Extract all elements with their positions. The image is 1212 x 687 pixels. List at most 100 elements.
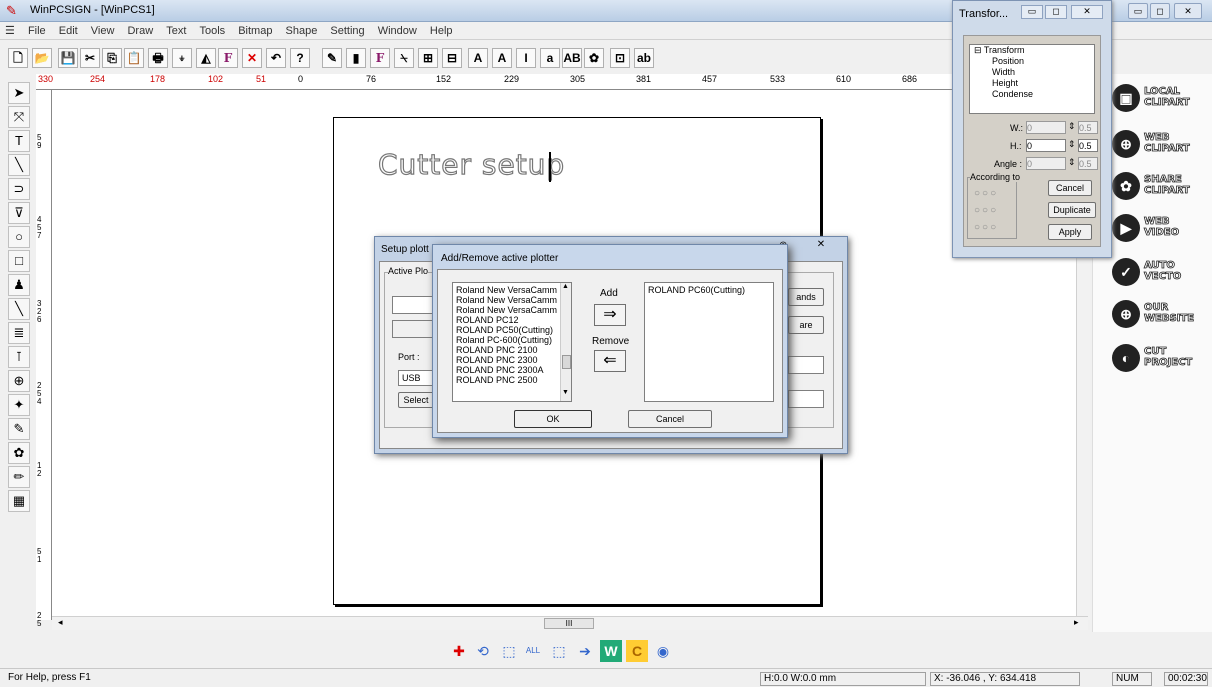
maximize-button[interactable]: ◻ bbox=[1150, 3, 1170, 19]
node-tool-icon[interactable]: ⤧ bbox=[8, 106, 30, 128]
align-tool-icon[interactable]: ≣ bbox=[8, 322, 30, 344]
remove-arrow-button[interactable]: ⇐ bbox=[594, 350, 626, 372]
transform-minimize-button[interactable]: ▭ bbox=[1021, 5, 1043, 19]
local-clipart-button[interactable]: ▣ LOCAL CLIPART bbox=[1112, 84, 1212, 114]
text-a3-icon[interactable]: a bbox=[540, 48, 560, 68]
help-icon[interactable]: ? bbox=[290, 48, 310, 68]
plotter-name-field[interactable] bbox=[392, 296, 434, 314]
w-icon[interactable]: W bbox=[600, 640, 622, 662]
open-icon[interactable]: 📂 bbox=[32, 48, 52, 68]
setup-field-3[interactable] bbox=[788, 356, 824, 374]
setup-button-1[interactable]: ands bbox=[788, 288, 824, 306]
tree-position[interactable]: Position bbox=[974, 56, 1094, 67]
anchor-radio-row-2[interactable]: ○○○ bbox=[974, 205, 998, 216]
setup-close-button[interactable]: ✕ bbox=[805, 239, 837, 253]
available-list-scrollbar[interactable]: ▲ ▼ bbox=[560, 283, 571, 401]
delete-icon[interactable]: ✕ bbox=[242, 48, 262, 68]
rectangle-tool-icon[interactable]: □ bbox=[8, 250, 30, 272]
tree-condense[interactable]: Condense bbox=[974, 89, 1094, 100]
menu-draw[interactable]: Draw bbox=[122, 23, 158, 37]
node5-icon[interactable]: ➔ bbox=[574, 640, 596, 662]
angle-step[interactable] bbox=[1078, 157, 1098, 170]
available-plotter-item[interactable]: Roland PC-600(Cutting) bbox=[456, 335, 568, 345]
menu-icon[interactable]: ☰ bbox=[0, 22, 20, 37]
all-icon[interactable]: ALL bbox=[522, 640, 544, 662]
ellipse-tool-icon[interactable]: ○ bbox=[8, 226, 30, 248]
pencil-tool-icon[interactable]: ✏ bbox=[8, 466, 30, 488]
active-plotter-item[interactable]: ROLAND PC60(Cutting) bbox=[648, 285, 770, 295]
available-plotter-item[interactable]: ROLAND PNC 2100 bbox=[456, 345, 568, 355]
scroll-thumb[interactable] bbox=[562, 355, 571, 369]
node4-icon[interactable]: ⬚ bbox=[548, 640, 570, 662]
knife-tool-icon[interactable]: ╲ bbox=[8, 298, 30, 320]
transform-cancel-button[interactable]: Cancel bbox=[1048, 180, 1092, 196]
bitmap-icon[interactable]: ▮ bbox=[346, 48, 366, 68]
available-plotter-item[interactable]: Roland New VersaCamm bbox=[456, 285, 568, 295]
brush-icon[interactable]: ✿ bbox=[584, 48, 604, 68]
hscroll-grip[interactable]: III bbox=[544, 618, 594, 629]
vectorize-icon[interactable]: ◭ bbox=[196, 48, 216, 68]
share-clipart-button[interactable]: ✿ SHARE CLIPART bbox=[1112, 172, 1212, 202]
arc-tool-icon[interactable]: ⊃ bbox=[8, 178, 30, 200]
menu-tools[interactable]: Tools bbox=[194, 23, 230, 37]
auto-vecto-button[interactable]: ✓ AUTO VECTO bbox=[1112, 258, 1212, 288]
available-plotter-item[interactable]: ROLAND PNC 2300 bbox=[456, 355, 568, 365]
available-plotter-item[interactable]: ROLAND PC12 bbox=[456, 315, 568, 325]
anchor-radio-row-1[interactable]: ○○○ bbox=[974, 188, 998, 199]
copy-icon[interactable]: ⎘ bbox=[102, 48, 122, 68]
transform-duplicate-button[interactable]: Duplicate bbox=[1048, 202, 1096, 218]
tree-width[interactable]: Width bbox=[974, 67, 1094, 78]
text-tool-icon[interactable]: T bbox=[8, 130, 30, 152]
globe-icon[interactable]: ◉ bbox=[652, 640, 674, 662]
pointer-tool-icon[interactable]: ➤ bbox=[8, 82, 30, 104]
calculator-tool-icon[interactable]: ▦ bbox=[8, 490, 30, 512]
line-tool-icon[interactable]: ╲ bbox=[8, 154, 30, 176]
font-f-icon[interactable]: F bbox=[370, 48, 390, 68]
paint-tool-icon[interactable]: ✎ bbox=[8, 418, 30, 440]
h-input[interactable] bbox=[1026, 139, 1066, 152]
eraser-tool-icon[interactable]: ✦ bbox=[8, 394, 30, 416]
setup-button-2[interactable]: are bbox=[788, 316, 824, 334]
transform-close-button[interactable]: ✕ bbox=[1071, 5, 1103, 19]
cancel-button[interactable]: Cancel bbox=[628, 410, 712, 428]
transform-tree[interactable]: ⊟ Transform Position Width Height Conden… bbox=[969, 44, 1095, 114]
anchor-radio-row-3[interactable]: ○○○ bbox=[974, 222, 998, 233]
w-input[interactable] bbox=[1026, 121, 1066, 134]
transform-maximize-button[interactable]: ◻ bbox=[1045, 5, 1067, 19]
horizontal-scrollbar[interactable]: ◂ III ▸ bbox=[52, 616, 1088, 630]
our-website-button[interactable]: ⊕ OUR WEBSITE bbox=[1112, 300, 1212, 330]
pen-icon[interactable]: ✎ bbox=[322, 48, 342, 68]
italic-icon[interactable]: I bbox=[516, 48, 536, 68]
transform-apply-button[interactable]: Apply bbox=[1048, 224, 1092, 240]
text-a-icon[interactable]: A bbox=[468, 48, 488, 68]
close-button[interactable]: ✕ bbox=[1174, 3, 1202, 19]
menu-window[interactable]: Window bbox=[373, 23, 422, 37]
h-spin[interactable]: ⇕ bbox=[1068, 139, 1076, 150]
scroll-up-arrow[interactable]: ▲ bbox=[562, 283, 569, 290]
fill-tool-icon[interactable]: ♟ bbox=[8, 274, 30, 296]
zoom-tool-icon[interactable]: ⊕ bbox=[8, 370, 30, 392]
plotter-model-field[interactable] bbox=[392, 320, 434, 338]
menu-edit[interactable]: Edit bbox=[54, 23, 83, 37]
cut-project-button[interactable]: ◐ CUT PROJECT bbox=[1112, 344, 1212, 374]
text-fit-tool-icon[interactable]: ⊺ bbox=[8, 346, 30, 368]
select-button[interactable]: Select bbox=[398, 392, 434, 408]
available-plotter-item[interactable]: Roland New VersaCamm bbox=[456, 305, 568, 315]
palette-tool-icon[interactable]: ✿ bbox=[8, 442, 30, 464]
node3-icon[interactable]: ⬚ bbox=[498, 640, 520, 662]
ab-icon[interactable]: ab bbox=[634, 48, 654, 68]
w-spin[interactable]: ⇕ bbox=[1068, 121, 1076, 132]
menu-text[interactable]: Text bbox=[161, 23, 191, 37]
minimize-button[interactable]: ▭ bbox=[1128, 3, 1148, 19]
node2-icon[interactable]: ⟲ bbox=[472, 640, 494, 662]
hscroll-left-arrow[interactable]: ◂ bbox=[58, 617, 63, 628]
symbol-icon[interactable]: ⊡ bbox=[610, 48, 630, 68]
available-plotters-list[interactable]: Roland New VersaCamm Roland New VersaCamm… bbox=[452, 282, 572, 402]
cut-icon[interactable]: ✂ bbox=[80, 48, 100, 68]
menu-setting[interactable]: Setting bbox=[325, 23, 369, 37]
new-icon[interactable]: 🗋 bbox=[8, 48, 28, 68]
scroll-down-arrow[interactable]: ▼ bbox=[562, 389, 569, 396]
hscroll-right-arrow[interactable]: ▸ bbox=[1074, 617, 1079, 628]
angle-input[interactable] bbox=[1026, 157, 1066, 170]
cut-c-icon[interactable]: C bbox=[626, 640, 648, 662]
